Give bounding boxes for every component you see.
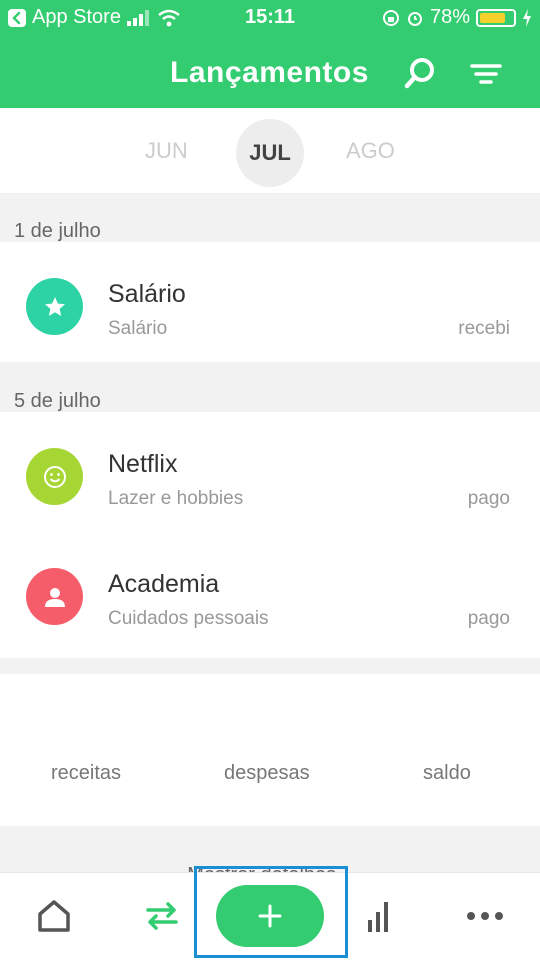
status-right: 78%: [382, 6, 532, 29]
balance-label: saldo: [423, 762, 471, 784]
filter-icon[interactable]: [466, 54, 506, 94]
charging-icon: [523, 8, 531, 27]
app-header: App Store 15:11 78% Lançamentos: [0, 0, 540, 108]
transaction-list: Salário Salário recebi: [0, 242, 540, 362]
add-button-highlight: [194, 866, 348, 958]
transaction-status: pago: [467, 608, 510, 629]
page-title: Lançamentos: [170, 56, 369, 89]
transaction-row-salario[interactable]: Salário Salário recebi: [0, 242, 540, 362]
month-tab-prev[interactable]: JUN: [145, 138, 188, 164]
expenses-label: despesas: [224, 762, 310, 784]
transaction-row-netflix[interactable]: Netflix Lazer e hobbies pago: [0, 412, 540, 532]
smiley-icon: [26, 448, 83, 505]
transaction-title: Netflix: [108, 450, 178, 478]
transaction-list: Netflix Lazer e hobbies pago Academia Cu…: [0, 412, 540, 658]
month-selector: JUN JUL AGO: [0, 108, 540, 194]
transfer-icon[interactable]: [137, 891, 187, 941]
bar-chart-icon[interactable]: [353, 891, 403, 941]
battery-icon: [476, 8, 516, 27]
battery-percent: 78%: [429, 6, 470, 28]
transaction-status: recebi: [458, 318, 510, 339]
title-row: Lançamentos: [0, 48, 540, 98]
month-tab-next[interactable]: AGO: [346, 138, 395, 164]
transaction-title: Academia: [108, 570, 220, 598]
income-label: receitas: [51, 762, 122, 784]
orientation-lock-icon: [382, 9, 399, 26]
section-date: 1 de julho: [14, 220, 101, 242]
person-icon: [26, 568, 83, 625]
summary-card: receitas despesas saldo: [0, 674, 540, 826]
transaction-category: Salário: [108, 318, 168, 339]
alarm-icon: [407, 11, 422, 26]
transaction-category: Lazer e hobbies: [108, 488, 244, 509]
month-tab-current[interactable]: JUL: [236, 119, 304, 187]
more-icon[interactable]: [460, 891, 510, 941]
transaction-status: pago: [467, 488, 510, 509]
search-icon[interactable]: [400, 54, 440, 94]
section-date: 5 de julho: [14, 390, 101, 412]
star-icon: [26, 278, 83, 335]
transaction-row-academia[interactable]: Academia Cuidados pessoais pago: [0, 532, 540, 652]
transaction-category: Cuidados pessoais: [108, 608, 269, 629]
home-icon[interactable]: [29, 891, 79, 941]
battery-fill: [480, 12, 505, 23]
status-bar: App Store 15:11 78%: [0, 0, 540, 36]
transaction-title: Salário: [108, 280, 186, 308]
